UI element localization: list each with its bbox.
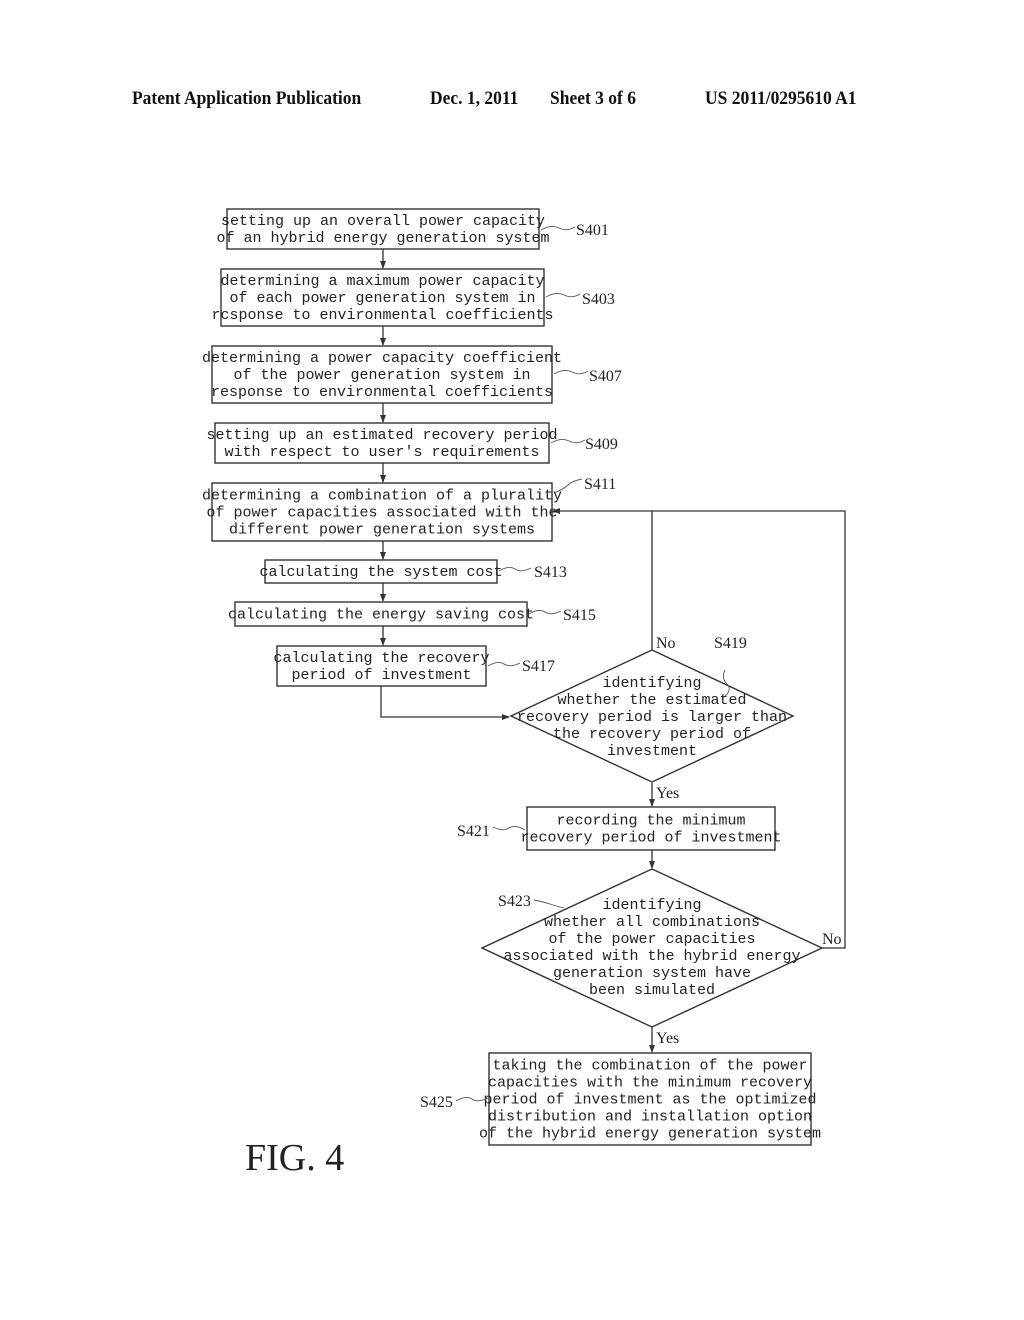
s419-yes-label: Yes [656,785,679,802]
step-text-line: of the power generation system in [233,367,530,384]
step-id-label: S417 [522,658,555,675]
step-text-line: calculating the recovery [273,650,489,667]
s423-yes-label: Yes [656,1030,679,1047]
step-id-label: S423 [498,893,531,910]
step-text-line: capacities with the minimum recovery [488,1075,812,1092]
step-text-line: identifying [602,675,701,692]
step-text-line: with respect to user's requirements [224,444,539,461]
step-text-line: of power capacities associated with the [206,505,557,522]
step-id-label: S401 [576,222,609,239]
leader-line [533,899,565,909]
leader-line [553,478,583,494]
step-text-line: recovery period is larger than [517,709,787,726]
step-text-line: determining a power capacity coefficient [202,350,562,367]
step-text-line: of the hybrid energy generation system [479,1126,821,1143]
figure-label: FIG. 4 [245,1137,344,1179]
step-text-line: recovery period of investment [520,830,781,847]
step-id-label: S415 [563,607,596,624]
step-text-line: determining a maximum power capacity [220,273,544,290]
step-text-line: whether the estimated [557,692,746,709]
step-s413: calculating the system cost S413 [259,559,567,584]
s423-no-label: No [822,931,842,948]
step-s411: determining a combination of a plurality… [202,476,616,542]
step-id-label: S407 [589,368,622,385]
leader-line [545,292,581,298]
step-text-line: distribution and installation option [488,1109,812,1126]
s419-no-label: No [656,635,676,652]
step-s415: calculating the energy saving cost S415 [228,601,596,627]
arrow-s417-s419 [380,686,510,720]
step-s425: taking the combination of the powercapac… [420,1052,821,1146]
leader-line [553,369,589,375]
arrow-s419-no-loop [552,508,653,650]
step-s417: calculating the recoveryperiod of invest… [273,645,555,687]
step-text-line: identifying [602,897,701,914]
step-id-label: S421 [457,823,490,840]
step-text-line: calculating the system cost [259,564,502,581]
step-id-label: S409 [585,436,618,453]
step-text-line: the recovery period of [553,726,751,743]
step-text-line: rcsponse to environmental coefficients [211,307,553,324]
step-id-label: S403 [582,291,615,308]
step-s401: setting up an overall power capacityof a… [216,208,609,250]
step-text-line: response to environmental coefficients [211,384,553,401]
step-text-line: recording the minimum [556,813,745,830]
step-s423: identifyingwhether all combinationsof th… [480,868,824,1028]
step-id-label: S425 [420,1094,453,1111]
step-s421: recording the minimumrecovery period of … [457,806,782,851]
step-id-label: S419 [714,635,747,652]
flowchart: setting up an overall power capacityof a… [202,208,846,1179]
step-text-line: period of investment [291,667,471,684]
step-text-line: of each power generation system in [229,290,535,307]
step-text-line: calculating the energy saving cost [228,607,534,624]
step-id-label: S413 [534,564,567,581]
step-text-line: been simulated [589,982,715,999]
step-text-line: different power generation systems [229,522,535,539]
step-text-line: of an hybrid energy generation system [216,230,549,247]
leader-line [498,566,532,572]
step-s403: determining a maximum power capacityof e… [211,268,615,327]
step-s409: setting up an estimated recovery periodw… [206,422,618,464]
step-text-line: investment [607,743,697,760]
step-boxes: setting up an overall power capacityof a… [202,208,824,1146]
step-text-line: setting up an estimated recovery period [206,427,557,444]
step-s407: determining a power capacity coefficient… [202,345,622,404]
step-text-line: associated with the hybrid energy [503,948,800,965]
step-text-line: determining a combination of a plurality [202,488,562,505]
step-text-line: taking the combination of the power [492,1058,807,1075]
step-text-line: generation system have [553,965,751,982]
step-text-line: period of investment as the optimized [483,1092,816,1109]
leader-line [487,661,521,667]
step-id-label: S411 [584,476,616,493]
step-text-line: setting up an overall power capacity [221,213,545,230]
step-text-line: whether all combinations [544,914,760,931]
step-text-line: of the power capacities [548,931,755,948]
